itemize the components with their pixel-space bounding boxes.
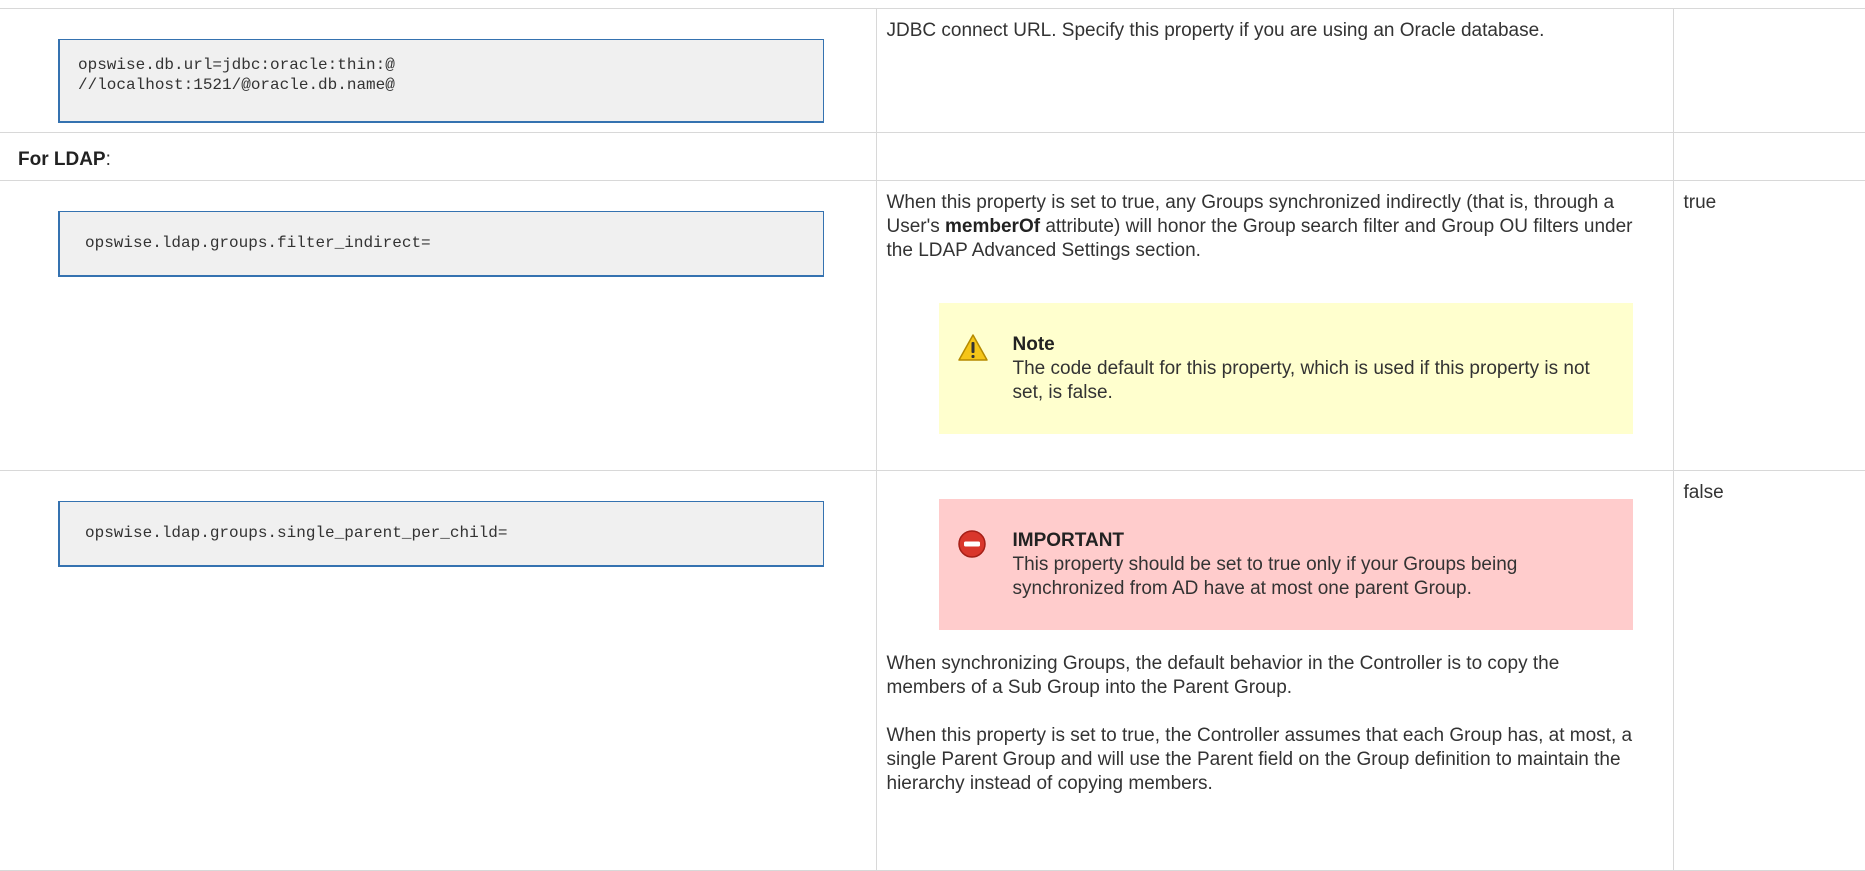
- note-title: Note: [1013, 333, 1613, 357]
- error-icon: [957, 529, 989, 559]
- description-text: When this property is set to true, any G…: [887, 191, 1637, 263]
- table-row: opswise.ldap.groups.single_parent_per_ch…: [0, 471, 1865, 871]
- important-text: This property should be set to true only…: [1013, 553, 1613, 601]
- section-label-suffix: :: [106, 149, 111, 170]
- description-cell: JDBC connect URL. Specify this property …: [876, 9, 1673, 133]
- code-block: opswise.ldap.groups.single_parent_per_ch…: [58, 501, 824, 567]
- note-panel: Note The code default for this property,…: [939, 303, 1633, 434]
- property-code: opswise.db.url=jdbc:oracle:thin:@ //loca…: [78, 56, 395, 94]
- properties-table: opswise.db.url=jdbc:oracle:thin:@ //loca…: [0, 8, 1865, 871]
- default-value: false: [1674, 471, 1865, 505]
- default-cell: true: [1673, 181, 1865, 471]
- warning-icon: [957, 333, 989, 363]
- description-cell: When this property is set to true, any G…: [876, 181, 1673, 471]
- description-paragraph: When this property is set to true, the C…: [887, 724, 1637, 796]
- property-cell: opswise.ldap.groups.filter_indirect=: [0, 181, 876, 471]
- property-cell: opswise.db.url=jdbc:oracle:thin:@ //loca…: [0, 9, 876, 133]
- important-title: IMPORTANT: [1013, 529, 1613, 553]
- default-cell: [1673, 9, 1865, 133]
- default-value: true: [1674, 181, 1865, 215]
- default-value: [1674, 9, 1865, 19]
- default-cell: false: [1673, 471, 1865, 871]
- attribute-name: memberOf: [945, 216, 1040, 237]
- section-row: For LDAP:: [0, 133, 1865, 181]
- description-cell: IMPORTANT This property should be set to…: [876, 471, 1673, 871]
- section-empty-cell: [876, 133, 1673, 181]
- note-text: The code default for this property, whic…: [1013, 357, 1613, 405]
- code-block: opswise.db.url=jdbc:oracle:thin:@ //loca…: [58, 39, 824, 123]
- code-block: opswise.ldap.groups.filter_indirect=: [58, 211, 824, 277]
- property-code: opswise.ldap.groups.filter_indirect=: [85, 234, 431, 252]
- property-code: opswise.ldap.groups.single_parent_per_ch…: [85, 524, 507, 542]
- property-cell: opswise.ldap.groups.single_parent_per_ch…: [0, 471, 876, 871]
- description-text: JDBC connect URL. Specify this property …: [887, 19, 1637, 43]
- section-label-bold: For LDAP: [18, 149, 106, 170]
- section-label: For LDAP:: [0, 133, 876, 172]
- description-paragraph: When synchronizing Groups, the default b…: [887, 652, 1637, 700]
- table-row: opswise.db.url=jdbc:oracle:thin:@ //loca…: [0, 9, 1865, 133]
- important-panel: IMPORTANT This property should be set to…: [939, 499, 1633, 630]
- section-empty-cell: [1673, 133, 1865, 181]
- table-row: opswise.ldap.groups.filter_indirect= Whe…: [0, 181, 1865, 471]
- section-cell: For LDAP:: [0, 133, 876, 181]
